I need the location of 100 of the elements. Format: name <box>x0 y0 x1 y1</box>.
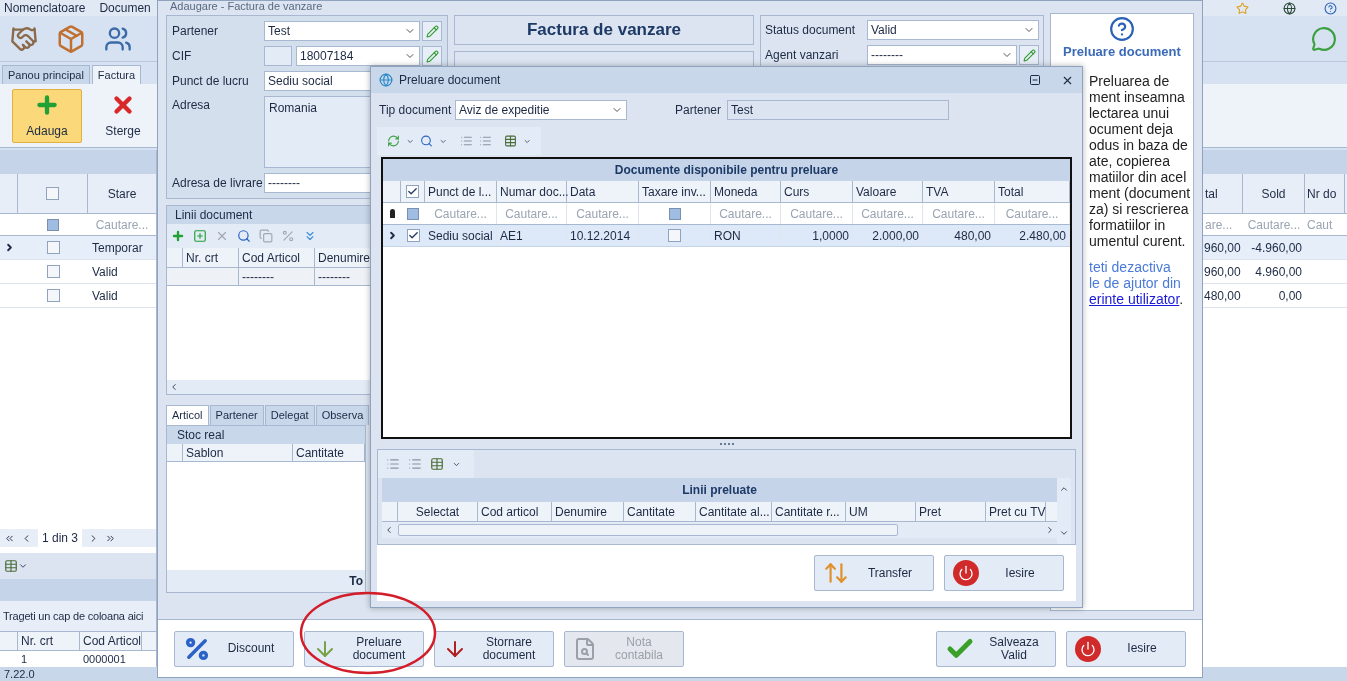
checkbox[interactable] <box>406 185 419 198</box>
panel-title: Linii document <box>175 207 253 224</box>
chat-icon[interactable] <box>1311 25 1337 52</box>
restore-icon[interactable] <box>1029 74 1041 86</box>
edit-button[interactable] <box>422 21 442 41</box>
ribbon-button[interactable]: Sterge <box>88 88 158 143</box>
layout-icon[interactable] <box>430 457 444 471</box>
field-label: Partener <box>172 23 220 40</box>
percent-icon[interactable] <box>281 229 295 243</box>
layout-icon[interactable] <box>4 559 18 573</box>
copy-icon[interactable] <box>259 229 273 243</box>
table-cell-text: Temporar <box>91 239 144 257</box>
tab[interactable]: Factura <box>91 65 142 84</box>
edit-button[interactable] <box>1019 45 1039 65</box>
table-cell-text: 480,00 <box>1203 287 1242 305</box>
collapse-list-icon[interactable] <box>408 457 422 471</box>
menu-item[interactable]: Documen <box>99 0 151 17</box>
chevrons-down-icon[interactable] <box>303 229 317 243</box>
action-button[interactable]: Discount <box>174 630 294 667</box>
scroll-left-icon[interactable] <box>169 382 179 392</box>
filter-checkbox[interactable] <box>47 218 59 231</box>
text-field[interactable]: -------- <box>867 45 1017 65</box>
table-row[interactable]: Temporar <box>0 236 156 260</box>
table-cell-text: Valid <box>91 263 119 281</box>
filter-checkbox[interactable] <box>668 207 681 220</box>
tab[interactable]: Delegat <box>264 405 315 425</box>
filter-icon <box>389 209 395 218</box>
expand-list-icon[interactable] <box>459 134 473 148</box>
help-icon <box>1324 1 1337 15</box>
checkbox[interactable] <box>406 229 420 242</box>
table-row[interactable]: Sediu social AE1 10.12.2014 RON 1,0000 2.000,00 480,00 2.480,00 <box>383 225 1070 247</box>
column-header: Curs <box>781 181 853 202</box>
table-cell-text: AE1 <box>500 227 523 245</box>
delete-icon[interactable] <box>215 229 229 243</box>
ribbon-button[interactable]: Adauga <box>12 88 82 143</box>
scroll-right-icon[interactable] <box>1045 525 1055 535</box>
column-header: Nr. crt <box>183 248 239 267</box>
action-button[interactable]: Salveaza Valid <box>936 630 1056 667</box>
add-row-icon[interactable] <box>193 229 207 243</box>
tab[interactable]: Articol <box>166 405 209 425</box>
text-field[interactable]: Valid <box>867 20 1039 40</box>
action-button[interactable]: Transfer <box>814 555 934 591</box>
checkbox[interactable] <box>668 229 681 242</box>
vertical-scrollbar[interactable] <box>1057 478 1071 544</box>
dropdown-field[interactable]: Aviz de expeditie <box>455 100 627 120</box>
tab[interactable]: Observa <box>315 405 370 425</box>
column-header: Numar doc... <box>497 181 567 202</box>
tab[interactable]: Panou principal <box>2 65 90 84</box>
plus-icon[interactable] <box>171 229 185 243</box>
column-header: Denumire <box>552 502 624 521</box>
action-button[interactable]: Stornare document <box>434 630 554 667</box>
edit-button[interactable] <box>422 46 442 66</box>
scroll-left-icon[interactable] <box>384 525 394 535</box>
search-icon[interactable] <box>237 229 251 243</box>
column-header: Pret <box>916 502 986 521</box>
version-text: 7.22.0 <box>4 666 35 681</box>
table-cell-text: RON <box>714 227 741 245</box>
text-field[interactable]: 18007184 <box>296 46 420 66</box>
text-field[interactable]: Test <box>727 100 949 120</box>
tab[interactable]: Partener <box>209 405 264 425</box>
text-field[interactable]: Test <box>264 21 420 41</box>
action-button[interactable]: Iesire <box>944 555 1064 591</box>
field-label: Status document <box>765 22 857 39</box>
column-header: Valoare <box>853 181 923 202</box>
column-header: Punct de l... <box>425 181 497 202</box>
text-field[interactable] <box>264 46 292 66</box>
checkbox[interactable] <box>46 187 59 200</box>
users-icon[interactable] <box>104 24 132 53</box>
field-label: Adresa <box>172 97 212 114</box>
handshake-icon[interactable] <box>10 24 38 53</box>
settings-link[interactable]: erinte utilizator <box>1089 291 1180 307</box>
scroll-up-icon[interactable] <box>1059 484 1069 494</box>
menu-item[interactable]: Nomenclatoare <box>4 0 86 17</box>
column-header: Selectat <box>398 502 478 521</box>
action-button[interactable]: Preluare document <box>304 630 424 667</box>
scroll-down-icon[interactable] <box>1059 528 1069 538</box>
box-icon[interactable] <box>56 23 86 54</box>
field-label: Agent vanzari <box>765 47 840 64</box>
star-icon <box>1236 1 1249 15</box>
horizontal-scrollbar[interactable] <box>382 522 1057 538</box>
search-icon[interactable] <box>420 134 434 148</box>
column-header: TVA <box>923 181 995 202</box>
checkbox[interactable] <box>46 241 60 254</box>
expand-list-icon[interactable] <box>386 457 400 471</box>
checkbox[interactable] <box>46 289 60 302</box>
field-label: Partener <box>675 102 723 119</box>
action-button[interactable]: Iesire <box>1066 630 1186 667</box>
collapse-list-icon[interactable] <box>478 134 492 148</box>
field-label: Punct de lucru <box>172 73 250 90</box>
filter-cell[interactable]: -------- <box>239 268 315 285</box>
refresh-icon[interactable] <box>387 134 400 148</box>
field-label: CIF <box>172 48 193 65</box>
checkbox[interactable] <box>46 265 60 278</box>
layout-icon[interactable] <box>503 134 517 148</box>
filter-checkbox[interactable] <box>407 207 419 220</box>
table-title: Linii preluate <box>682 482 757 499</box>
dropdown-icon <box>18 561 28 571</box>
column-header: Cod Articol <box>80 632 142 650</box>
column-header: Data <box>567 181 639 202</box>
column-header: Sablon <box>183 444 293 461</box>
